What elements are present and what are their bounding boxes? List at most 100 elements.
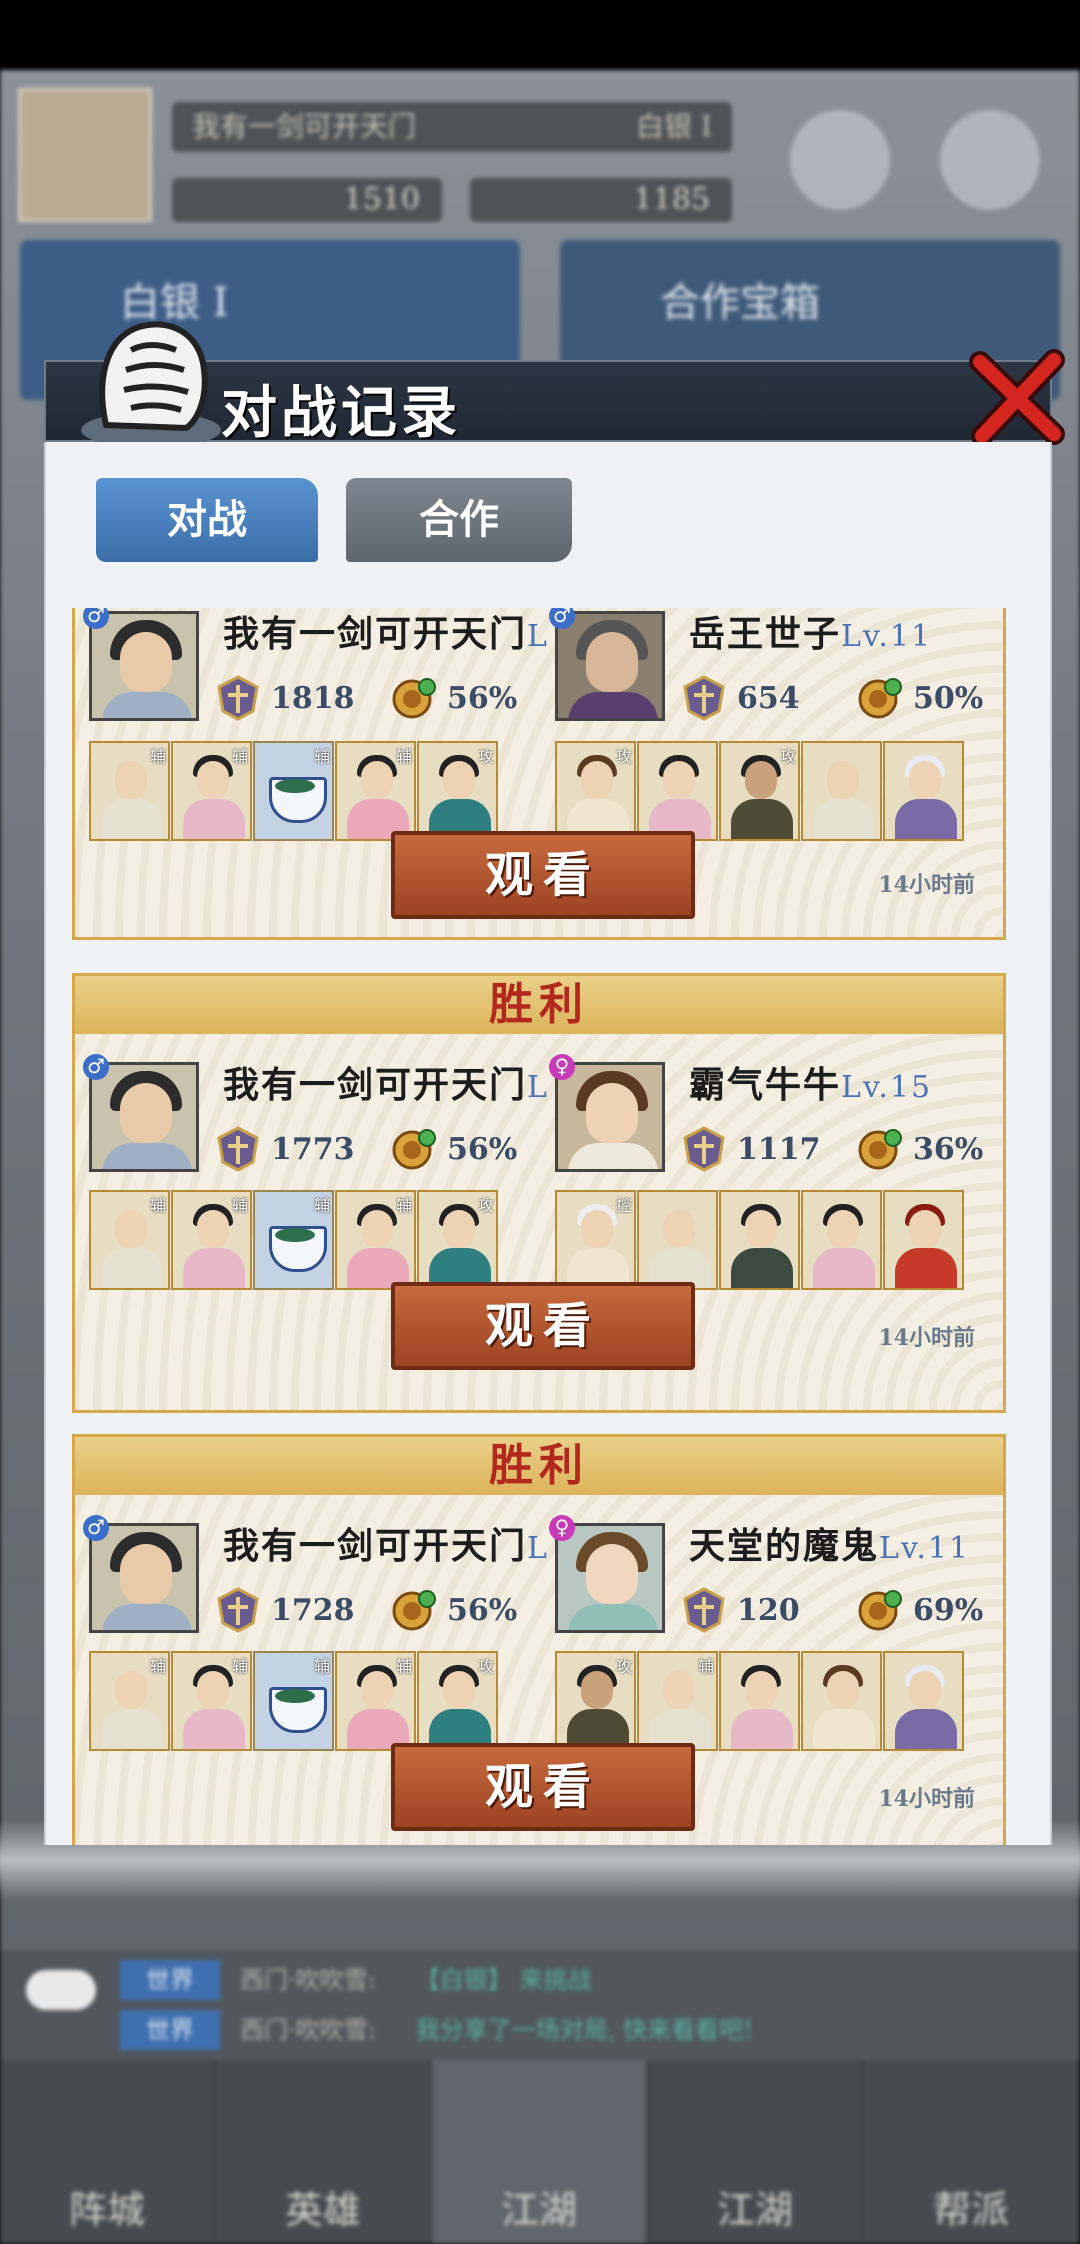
hero-slot[interactable]: 辅: [253, 741, 334, 841]
hero-slot[interactable]: 攻: [417, 1651, 498, 1751]
male-icon: ♂: [83, 1515, 109, 1541]
left-player: ♂ 我有一剑可开天门L 1728 56%: [83, 1515, 547, 1633]
hero-slot[interactable]: 攻: [417, 741, 498, 841]
winrate-value: 56%: [447, 680, 518, 716]
hero-slot[interactable]: 辅: [637, 1651, 718, 1751]
watch-button[interactable]: 观看: [391, 831, 695, 919]
player-avatar[interactable]: [89, 611, 199, 721]
hero-role: 攻: [477, 1196, 494, 1215]
hero-slot[interactable]: 攻: [719, 741, 800, 841]
player-level: Lv.11: [879, 1531, 971, 1566]
hero-slot[interactable]: 辅: [253, 1651, 334, 1751]
chat-row: 世界 西门·吹吹雪: 【白银】 来挑战: [120, 1960, 591, 2000]
chat-tag: 世界: [120, 2010, 220, 2050]
hero-slot[interactable]: 控: [555, 1190, 636, 1290]
player-name: 我有一剑可开天门L: [223, 1517, 549, 1569]
nav-item: 江湖: [432, 2060, 648, 2244]
hero-slot[interactable]: 辅: [89, 741, 170, 841]
modal-title: 对战记录: [221, 380, 461, 446]
record-card: 胜利 ♂ 我有一剑可开天门L 1728 56% 辅 辅 辅 辅 攻 ♀ 天堂的魔…: [72, 1434, 1006, 1845]
close-x-icon[interactable]: [962, 342, 1072, 452]
power-value: 120: [737, 1592, 800, 1628]
hero-slot[interactable]: 辅: [253, 1190, 334, 1290]
hero-slot[interactable]: [719, 1651, 800, 1751]
hero-role: 攻: [779, 747, 796, 766]
hero-role: 辅: [395, 1657, 412, 1676]
hero-role: 攻: [477, 1657, 494, 1676]
winrate-value: 36%: [913, 1131, 984, 1167]
hero-role: 攻: [615, 1657, 632, 1676]
hero-role: 辅: [313, 747, 330, 766]
hero-role: 辅: [313, 1196, 330, 1215]
hero-slot[interactable]: 辅: [171, 741, 252, 841]
record-time: 14小时前: [878, 1325, 975, 1351]
hero-slot[interactable]: 辅: [335, 1651, 416, 1751]
chat-message: 我分享了一场对局, 快来看看吧!: [415, 2016, 753, 2044]
record-list[interactable]: ♂ 我有一剑可开天门L 1818 56% 辅 辅 辅 辅 攻 ♂ 岳王世子Lv.…: [72, 608, 1006, 1845]
winrate-coin-icon: [392, 678, 436, 719]
winrate-stat: 56%: [389, 1587, 517, 1633]
hero-slot[interactable]: 辅: [171, 1651, 252, 1751]
player-avatar[interactable]: [555, 1523, 665, 1633]
player-name: 岳王世子Lv.11: [689, 608, 932, 657]
winrate-stat: 50%: [855, 675, 983, 721]
hero-slot[interactable]: [801, 741, 882, 841]
hero-slot[interactable]: 辅: [89, 1190, 170, 1290]
hero-role: 辅: [395, 1196, 412, 1215]
hero-slot[interactable]: 攻: [417, 1190, 498, 1290]
tab-coop[interactable]: 合作: [346, 478, 572, 562]
bg-settings-icon: [940, 110, 1040, 210]
hero-slot[interactable]: 辅: [171, 1190, 252, 1290]
record-card: ♂ 我有一剑可开天门L 1818 56% 辅 辅 辅 辅 攻 ♂ 岳王世子Lv.…: [72, 608, 1006, 940]
hero-slot[interactable]: [883, 1651, 964, 1751]
tab-battle[interactable]: 对战: [96, 478, 318, 562]
hero-slot[interactable]: 攻: [555, 1651, 636, 1751]
hero-role: 控: [615, 1196, 632, 1215]
winrate-coin-icon: [858, 1129, 902, 1170]
nav-item-label: 江湖: [500, 2188, 577, 2232]
player-name-text: 天堂的魔鬼: [689, 1525, 880, 1567]
result-banner: 胜利: [75, 1437, 1003, 1495]
winrate-coin-icon: [392, 1590, 436, 1631]
power-value: 1117: [737, 1131, 821, 1167]
nav-item: 帮派: [864, 2060, 1080, 2244]
player-avatar[interactable]: [89, 1523, 199, 1633]
hero-slot[interactable]: [719, 1190, 800, 1290]
logo-fist-icon: [81, 321, 221, 448]
record-time: 14小时前: [878, 872, 975, 898]
watch-button[interactable]: 观看: [391, 1743, 695, 1831]
hero-slot[interactable]: [801, 1651, 882, 1751]
hero-slot[interactable]: [883, 741, 964, 841]
player-avatar[interactable]: [555, 1062, 665, 1172]
nav-item: 英雄: [216, 2060, 432, 2244]
right-team: 攻 攻: [555, 741, 965, 841]
winrate-value: 56%: [447, 1131, 518, 1167]
hero-slot[interactable]: 辅: [335, 741, 416, 841]
hero-role: 辅: [395, 747, 412, 766]
hero-slot[interactable]: 辅: [335, 1190, 416, 1290]
player-name: 天堂的魔鬼Lv.11: [689, 1517, 970, 1569]
player-level: Lv.15: [841, 1070, 933, 1105]
power-value: 1728: [271, 1592, 355, 1628]
record-card: 胜利 ♂ 我有一剑可开天门L 1773 56% 辅 辅 辅 辅 攻 ♀ 霸气牛牛…: [72, 973, 1006, 1413]
power-stat: 120: [679, 1587, 800, 1633]
chat-bubble-icon: [26, 1970, 96, 2010]
bg-rank-label: 白银 I: [636, 110, 712, 143]
player-avatar[interactable]: [555, 611, 665, 721]
left-team: 辅 辅 辅 辅 攻: [89, 1651, 499, 1751]
hero-role: 攻: [615, 747, 632, 766]
male-icon: ♂: [83, 1054, 109, 1080]
hero-slot[interactable]: [801, 1190, 882, 1290]
hero-slot[interactable]: 辅: [89, 1651, 170, 1751]
hero-slot[interactable]: [637, 1190, 718, 1290]
winrate-coin-icon: [858, 678, 902, 719]
player-avatar[interactable]: [89, 1062, 199, 1172]
hero-slot[interactable]: [883, 1190, 964, 1290]
hero-slot[interactable]: 攻: [555, 741, 636, 841]
record-time: 14小时前: [878, 1786, 975, 1812]
hero-slot[interactable]: [637, 741, 718, 841]
watch-button[interactable]: 观看: [391, 1282, 695, 1370]
rank-badge-icon: [217, 1587, 259, 1633]
chat-sender: 西门·吹吹雪:: [240, 2016, 376, 2044]
player-name-text: 我有一剑可开天门: [223, 613, 528, 655]
